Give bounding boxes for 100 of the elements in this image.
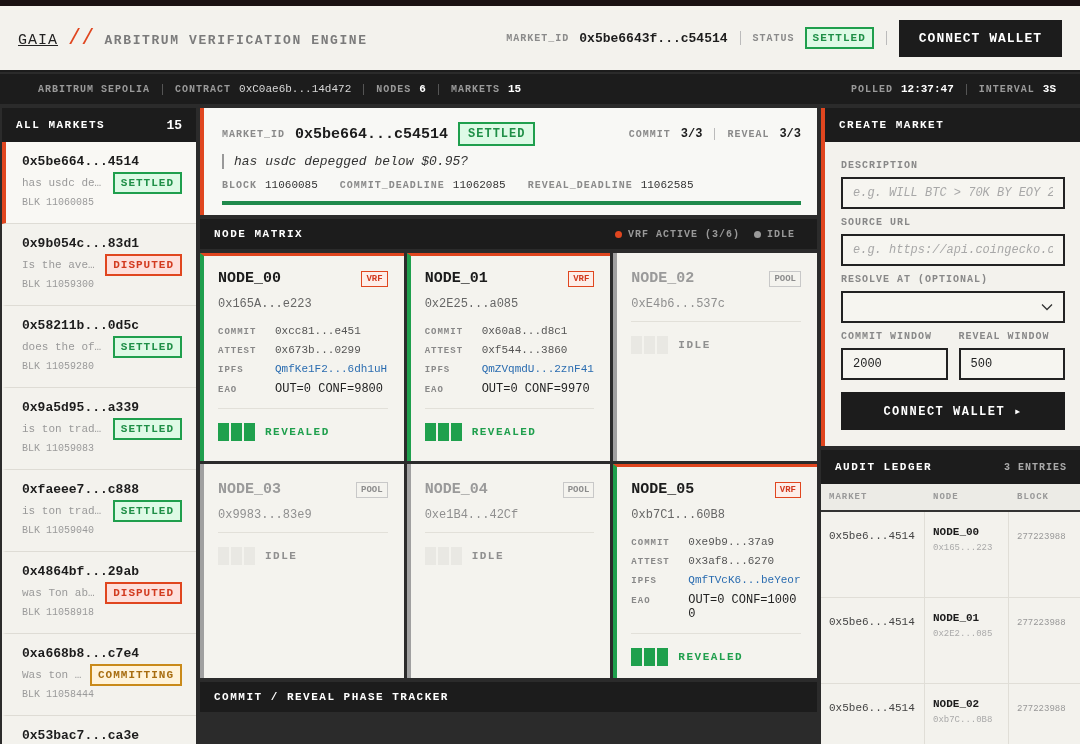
node-badge: VRF (774, 481, 801, 498)
market-count: 15 (166, 117, 182, 133)
field-value: 0x673b...0299 (275, 344, 362, 356)
field-label: ATTEST (424, 346, 465, 356)
node-address: 0x9983...83e9 (218, 508, 313, 522)
status-badge: SETTLED (112, 336, 182, 358)
resolve-at-select[interactable] (841, 291, 1065, 323)
field-label: COMMIT (631, 538, 671, 548)
commit-label: COMMIT (628, 128, 671, 140)
block-number-label: BLK 11059300 (22, 279, 95, 290)
brand-logo[interactable]: GAIA (18, 31, 58, 49)
market-item[interactable]: 0x4864bf...29ab was Ton ab… DISPUTED BLK 11058918 (2, 552, 196, 634)
connect-wallet-button[interactable]: CONNECT WALLET (898, 19, 1062, 57)
market-item[interactable]: 0x9a5d95...a339 is ton trad… SETTLED BLK 11059083 (2, 388, 196, 470)
node-badge: POOL (769, 270, 801, 287)
reveal-count: 3/3 (779, 127, 801, 141)
node-badge: VRF (361, 270, 388, 287)
node-state: IDLE (678, 339, 711, 351)
column-header: MARKET (821, 484, 925, 512)
signal-bars-icon (218, 423, 255, 441)
node-state: REVEALED (265, 426, 330, 438)
field-value: 0xcc81...e451 (275, 325, 362, 337)
status-value: 12:37:47 (900, 83, 954, 95)
market-item[interactable]: 0xfaeee7...c888 is ton trad… SETTLED BLK 11059040 (2, 470, 196, 552)
field-value: 0x60a8...d8c1 (481, 325, 569, 337)
node-name: NODE_02 (631, 270, 695, 287)
market-item[interactable]: 0x9b054c...83d1 Is the ave… DISPUTED BLK 11059300 (2, 224, 196, 306)
market-description: Is the ave… (22, 259, 95, 271)
market-id-value: 0x5be664...c54514 (295, 125, 449, 143)
status-badge: SETTLED (112, 418, 182, 440)
field-value: 0x3af8...6270 (688, 555, 776, 567)
status-label: POLLED (850, 83, 893, 95)
panel-title: NODE MATRIX (214, 228, 304, 240)
node-address: 0x2E2...085 (933, 629, 994, 639)
node-address: 0xE4b6...537c (631, 297, 726, 311)
market-item[interactable]: 0x5be664...4514 has usdc de… SETTLED BLK 11060085 (2, 142, 196, 224)
column-header: BLOCK (1009, 484, 1080, 512)
field-value: OUT=0 CONF=9970 (481, 382, 591, 396)
market-description: does the of… (22, 341, 102, 353)
status-badge: SETTLED (112, 172, 182, 194)
field-value: 0xf544...3860 (481, 344, 569, 356)
node-name: NODE_01 (933, 612, 981, 624)
field-label: EAO (631, 596, 652, 606)
connect-wallet-button[interactable]: CONNECT WALLET ▸ (841, 392, 1065, 430)
reveal-window-input[interactable]: 500 (958, 348, 1065, 380)
field-label: REVEAL WINDOW (958, 331, 1051, 342)
market-id: 0x5be664...4514 (22, 154, 141, 169)
field-label: RESOLVE AT (OPTIONAL) (841, 274, 990, 285)
field-label: EAO (424, 385, 445, 395)
market-id-label: MARKET_ID (222, 128, 285, 140)
field-label: COMMIT (424, 327, 465, 337)
app-subtitle: ARBITRUM VERIFICATION ENGINE (104, 32, 368, 48)
status-badge: DISPUTED (105, 254, 182, 276)
market-item[interactable]: 0xa668b8...c7e4 Was ton … COMMITTING BLK 11058444 (2, 634, 196, 716)
block-number-label: BLK 11058444 (22, 689, 95, 700)
panel-title: COMMIT / REVEAL PHASE TRACKER (214, 691, 449, 703)
block-number-label: BLK 11059040 (22, 525, 95, 536)
market-item[interactable]: 0x58211b...0d5c does the of… SETTLED BLK 11059280 (2, 306, 196, 388)
market-id: 0x4864bf...29ab (22, 564, 141, 579)
table-cell: 0x5be6...4514 (829, 530, 915, 542)
reveal-label: REVEAL (727, 128, 770, 140)
node-name: NODE_03 (218, 481, 281, 498)
fact-value: 11062585 (640, 179, 694, 191)
node-name: NODE_04 (424, 481, 488, 498)
market-description: was Ton ab… (22, 587, 95, 599)
node-address: 0x2E25...a085 (424, 297, 520, 311)
fact-label: COMMIT_DEADLINE (339, 180, 445, 191)
market-question: has usdc depegged below $0.95? (222, 154, 801, 169)
panel-title: CREATE MARKET (839, 119, 945, 131)
node-name: NODE_00 (933, 526, 981, 538)
status-label: STATUS (752, 32, 795, 44)
ipfs-link[interactable]: QmfKe1F2...6dh1uH (275, 363, 388, 375)
status-badge: SETTLED (112, 500, 182, 522)
block-number-label: BLK 11059083 (22, 443, 95, 454)
status-badge: COMMITTING (90, 664, 182, 686)
ipfs-link[interactable]: QmfTVcK6...beYeor (688, 574, 801, 586)
status-badge: SETTLED (804, 27, 874, 49)
field-label: IPFS (218, 365, 245, 375)
market-id: 0x58211b...0d5c (22, 318, 141, 333)
ipfs-link[interactable]: QmZVqmdU...2znF41 (481, 363, 595, 375)
market-item[interactable]: 0x53bac7...ca3e (2, 716, 196, 744)
field-value: 0xe9b9...37a9 (688, 536, 776, 548)
market-description: is ton trad… (22, 423, 102, 435)
field-value: OUT=0 CONF=10000 (688, 593, 798, 621)
panel-title: ALL MARKETS (16, 119, 106, 131)
node-state: REVEALED (471, 426, 537, 438)
status-value: 15 (507, 83, 522, 95)
commit-window-input[interactable]: 2000 (841, 348, 948, 380)
block-number-label: BLK 11060085 (22, 197, 95, 208)
signal-bars-icon (631, 648, 669, 666)
status-label: NODES (376, 83, 412, 95)
node-name: NODE_00 (218, 270, 281, 287)
fact-value: 11062085 (452, 179, 506, 191)
field-label: COMMIT WINDOW (841, 331, 933, 342)
status-value: 6 (419, 83, 426, 95)
market-description: Was ton … (22, 669, 82, 681)
node-address: 0x165A...e223 (218, 297, 313, 311)
table-cell: 277223988 (1017, 618, 1066, 628)
node-address: 0xb7C...0B8 (933, 715, 994, 725)
table-cell: 277223988 (1017, 704, 1066, 714)
